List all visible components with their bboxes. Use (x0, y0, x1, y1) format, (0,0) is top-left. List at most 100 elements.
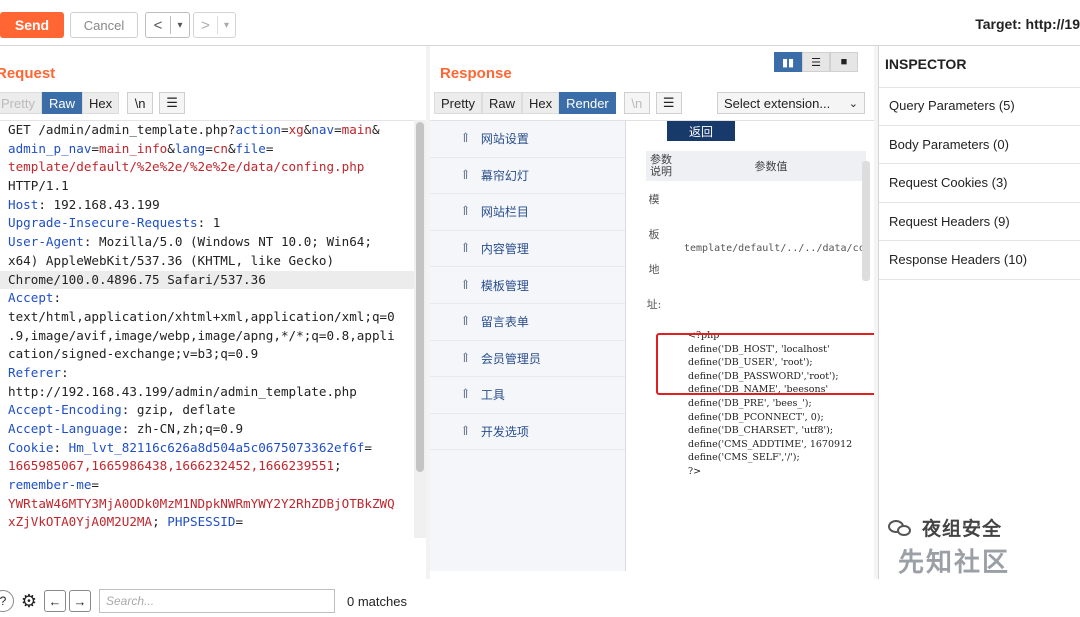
back-nav[interactable]: < ▾ (145, 12, 190, 38)
cancel-button[interactable]: Cancel (70, 12, 138, 38)
request-text: : zh-CN,zh;q=0.9 (121, 421, 244, 436)
menu-arrow-icon: ⇑ (460, 314, 471, 330)
render-menu-item[interactable]: ⇑ 幕帘幻灯 (430, 158, 625, 195)
search-input[interactable]: Search... (99, 589, 335, 613)
back-history-dropdown-icon[interactable]: ▾ (171, 20, 189, 31)
request-key: PHPSESSID (167, 514, 236, 530)
hamburger-icon[interactable]: ☰ (159, 92, 186, 114)
search-prev-arrow-icon[interactable]: ← (44, 590, 66, 612)
newline-toggle-button[interactable]: \n (623, 92, 650, 114)
layout-stacked-icon[interactable]: ☰ (802, 52, 830, 72)
request-line[interactable]: Cookie: Hm_lvt_82116c626a8d504a5c0675073… (8, 439, 414, 458)
request-text: = (205, 140, 213, 156)
render-menu-item[interactable]: ⇑ 开发选项 (430, 414, 625, 451)
request-line[interactable]: x64) AppleWebKit/537.36 (KHTML, like Gec… (8, 252, 414, 271)
tab-hex[interactable]: Hex (521, 92, 560, 114)
inspector-row-request-headers[interactable]: Request Headers (9) (879, 203, 1080, 241)
request-text: : (61, 364, 69, 380)
tab-raw[interactable]: Raw (41, 92, 82, 114)
render-menu-label: 模板管理 (480, 278, 529, 293)
tab-render[interactable]: Render (559, 92, 616, 114)
inspector-row-request-cookies[interactable]: Request Cookies (3) (879, 164, 1080, 203)
request-key: Accept (8, 290, 54, 306)
request-line[interactable]: remember-me= (8, 476, 414, 495)
send-button[interactable]: Send (0, 12, 64, 38)
tab-raw[interactable]: Raw (481, 92, 522, 114)
request-scrollbar[interactable] (414, 120, 426, 538)
code-line: ?> (688, 465, 702, 477)
render-menu-item[interactable]: ⇑ 留言表单 (430, 304, 625, 341)
search-next-arrow-icon[interactable]: → (69, 590, 91, 612)
request-line[interactable]: Referer: (8, 364, 414, 383)
request-pane: Request Pretty Raw Hex \n ☰ GET /admin/a… (0, 46, 426, 613)
request-line[interactable]: 1665985067,1665986438,1666232452,1666239… (8, 457, 414, 476)
request-text: ; (334, 458, 342, 474)
request-text: = (280, 122, 289, 137)
request-value: main (341, 122, 373, 137)
render-menu-item[interactable]: ⇑ 内容管理 (430, 231, 625, 268)
render-scrollbar[interactable] (862, 161, 870, 281)
inspector-row-query-params[interactable]: Query Parameters (5) (879, 87, 1080, 126)
request-key: User-Agent (8, 234, 84, 250)
request-key: nav (311, 122, 335, 137)
request-line[interactable]: Accept: (8, 289, 414, 308)
inspector-row-body-params[interactable]: Body Parameters (0) (879, 126, 1080, 164)
render-menu-label: 内容管理 (480, 242, 529, 257)
request-line[interactable]: text/html,application/xhtml+xml,applicat… (8, 308, 414, 327)
request-key: action (235, 122, 281, 137)
layout-split-icon[interactable]: ▮▮ (774, 52, 802, 72)
newline-toggle-button[interactable]: \n (127, 92, 154, 114)
request-line[interactable]: cation/signed-exchange;v=b3;q=0.9 (8, 345, 414, 364)
render-menu-item[interactable]: ⇑ 模板管理 (430, 267, 625, 304)
request-line[interactable]: admin_p_nav=main_info&lang=cn&file= (8, 140, 414, 159)
request-line[interactable]: xZjVkOTA0YjA0M2U2MA; PHPSESSID= (8, 513, 414, 532)
render-menu-item[interactable]: ⇑ 会员管理员 (430, 341, 625, 378)
request-line[interactable]: http://192.168.43.199/admin/admin_templa… (8, 383, 414, 402)
forward-nav[interactable]: > ▾ (193, 12, 236, 38)
target-host[interactable]: Target: http://19 (975, 16, 1080, 32)
back-button[interactable]: 返回 (667, 121, 735, 141)
request-line[interactable]: Upgrade-Insecure-Requests: 1 (8, 214, 414, 233)
request-text: .9,image/avif,image/webp,image/apng,*/*;… (8, 327, 395, 343)
render-menu-item[interactable]: ⇑ 工具 (430, 377, 625, 414)
render-menu-item[interactable]: ⇑ 网站设置 (430, 121, 625, 158)
hamburger-icon[interactable]: ☰ (655, 92, 682, 114)
render-menu-label: 会员管理员 (480, 351, 541, 366)
request-line[interactable]: Host: 192.168.43.199 (8, 196, 414, 215)
tab-pretty[interactable]: Pretty (434, 92, 482, 114)
layout-single-icon[interactable]: ■ (830, 52, 858, 72)
forward-history-dropdown-icon[interactable]: ▾ (218, 20, 235, 31)
request-line[interactable]: YWRtaW46MTY3MjA0ODk0MzM1NDpkNWRmYWY2Y2Rh… (8, 495, 414, 514)
gear-icon[interactable]: ⚙ (18, 590, 40, 612)
tab-pretty[interactable]: Pretty (0, 92, 42, 114)
tab-hex[interactable]: Hex (81, 92, 120, 114)
forward-arrow-icon[interactable]: > (194, 17, 217, 34)
request-line[interactable]: GET /admin/admin_template.php?action=xg&… (8, 121, 414, 140)
render-sidebar-menu: ⇑ 网站设置 ⇑ 幕帘幻灯 ⇑ 网站栏目 ⇑ 内容管理 ⇑ 模板管理 ⇑ 留言表单 ⇑ 会员管理员 ⇑ 工具 ⇑… (430, 121, 626, 571)
request-line[interactable]: template/default/%2e%2e/%2e%2e/data/conf… (8, 158, 414, 177)
template-path-value[interactable]: template/default/../../data/cc (684, 243, 865, 254)
back-arrow-icon[interactable]: < (146, 17, 170, 34)
request-title: Request (0, 65, 56, 82)
request-line[interactable]: User-Agent: Mozilla/5.0 (Windows NT 10.0… (8, 233, 414, 252)
request-value: YWRtaW46MTY3MjA0ODk0MzM1NDpkNWRmYWY2Y2Rh… (8, 495, 395, 511)
request-text: cation/signed-exchange;v=b3;q=0.9 (8, 346, 259, 362)
request-line[interactable]: Chrome/100.0.4896.75 Safari/537.36 (0, 270, 414, 290)
request-line[interactable]: Accept-Encoding: gzip, deflate (8, 401, 414, 420)
request-key: file (235, 140, 266, 156)
request-scroll-thumb[interactable] (416, 122, 424, 472)
request-line[interactable]: .9,image/avif,image/webp,image/apng,*/*;… (8, 327, 414, 346)
request-key: Cookie (8, 439, 54, 455)
select-extension-label: Select extension... (724, 95, 831, 111)
help-icon[interactable]: ? (0, 590, 14, 612)
inspector-row-response-headers[interactable]: Response Headers (10) (879, 241, 1080, 280)
request-editor[interactable]: GET /admin/admin_template.php?action=xg&… (0, 120, 414, 538)
label-char: 板 (648, 227, 660, 241)
request-line[interactable]: Accept-Language: zh-CN,zh;q=0.9 (8, 420, 414, 439)
select-extension-dropdown[interactable]: Select extension... ⌄ (717, 92, 865, 114)
template-path-label: 模 板 地 址: (644, 181, 664, 321)
render-menu-item[interactable]: ⇑ 网站栏目 (430, 194, 625, 231)
request-text: : (53, 439, 69, 455)
request-value: xg (288, 122, 304, 137)
request-line[interactable]: HTTP/1.1 (8, 177, 414, 196)
